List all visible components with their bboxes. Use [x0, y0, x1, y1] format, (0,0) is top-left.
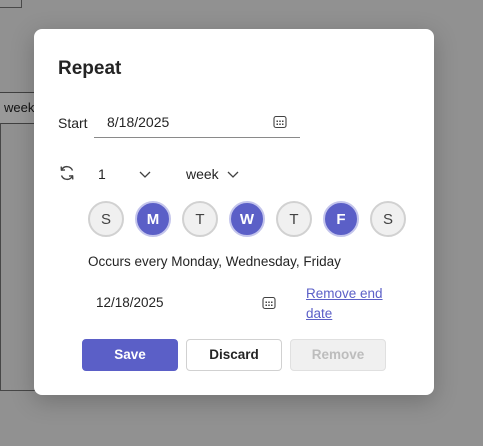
day-toggle-thursday[interactable]: T	[276, 201, 312, 237]
day-toggle-wednesday[interactable]: W	[229, 201, 265, 237]
chevron-down-icon[interactable]	[226, 167, 240, 181]
calendar-icon[interactable]	[273, 115, 287, 129]
dialog-title: Repeat	[58, 58, 122, 79]
frequency-dropdown[interactable]: week	[186, 166, 219, 182]
start-label: Start	[58, 115, 88, 131]
calendar-icon[interactable]	[262, 296, 276, 310]
repeat-icon	[60, 165, 74, 181]
day-toggle-sunday[interactable]: S	[88, 201, 124, 237]
recurrence-summary: Occurs every Monday, Wednesday, Friday	[88, 254, 341, 269]
repeat-dialog: Repeat Start 8/18/2025 1 week S M T W T …	[34, 29, 434, 395]
discard-button[interactable]: Discard	[186, 339, 282, 371]
chevron-down-icon[interactable]	[138, 167, 152, 181]
day-toggle-monday[interactable]: M	[135, 201, 171, 237]
start-date-field[interactable]: 8/18/2025	[94, 107, 300, 138]
interval-dropdown[interactable]: 1	[98, 166, 106, 182]
remove-button: Remove	[290, 339, 386, 371]
start-date-value: 8/18/2025	[107, 114, 170, 130]
day-toggle-saturday[interactable]: S	[370, 201, 406, 237]
remove-end-date-link[interactable]: Remove end date	[306, 284, 396, 324]
end-date-value: 12/18/2025	[96, 295, 164, 310]
day-toggle-friday[interactable]: F	[323, 201, 359, 237]
day-toggle-tuesday[interactable]: T	[182, 201, 218, 237]
save-button[interactable]: Save	[82, 339, 178, 371]
end-date-field[interactable]: 12/18/2025	[88, 287, 280, 317]
